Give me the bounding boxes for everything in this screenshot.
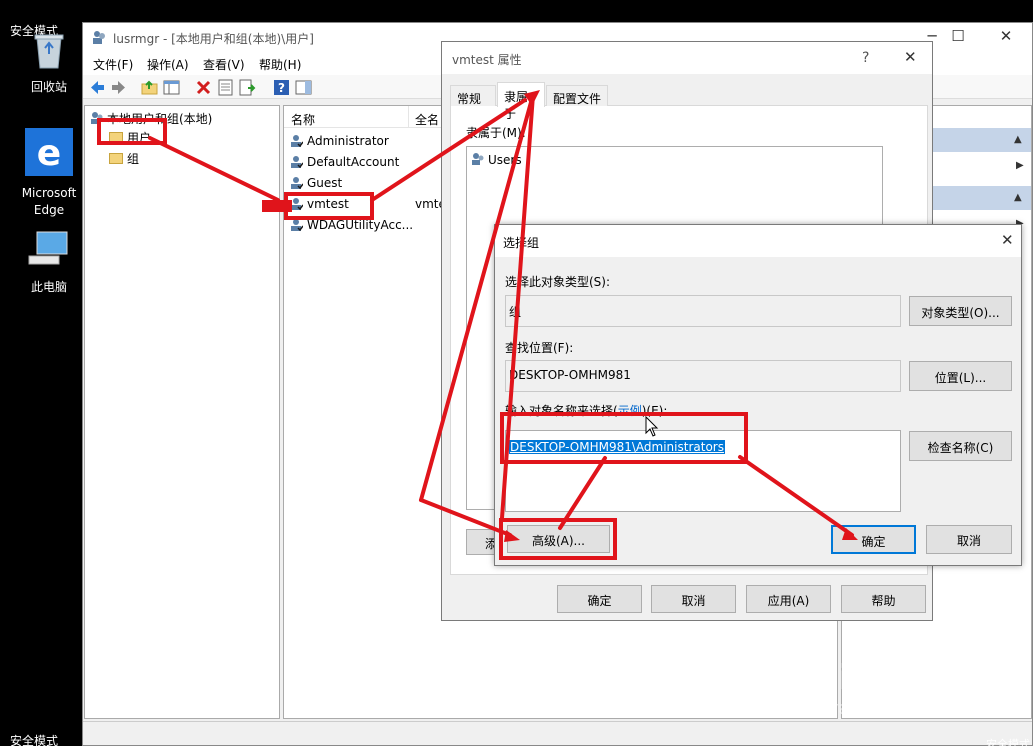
arrow-to-advanced (419, 498, 512, 537)
watermark-url: jingyan.baidu.com (795, 698, 962, 719)
arrow-names-to-advanced (558, 456, 607, 530)
arrow-vmtest-to-tab (370, 98, 527, 202)
arrowhead (524, 90, 540, 106)
watermark-text: Bai du 经验 (790, 658, 991, 698)
arrowhead (504, 530, 520, 542)
arrow-names-to-ok (738, 455, 854, 537)
watermark-logo: Bai du 经验 (790, 650, 991, 699)
arrow-users-to-vmtest (148, 136, 280, 202)
annotation-arrows (148, 90, 858, 542)
arrowhead-bar (262, 200, 292, 212)
